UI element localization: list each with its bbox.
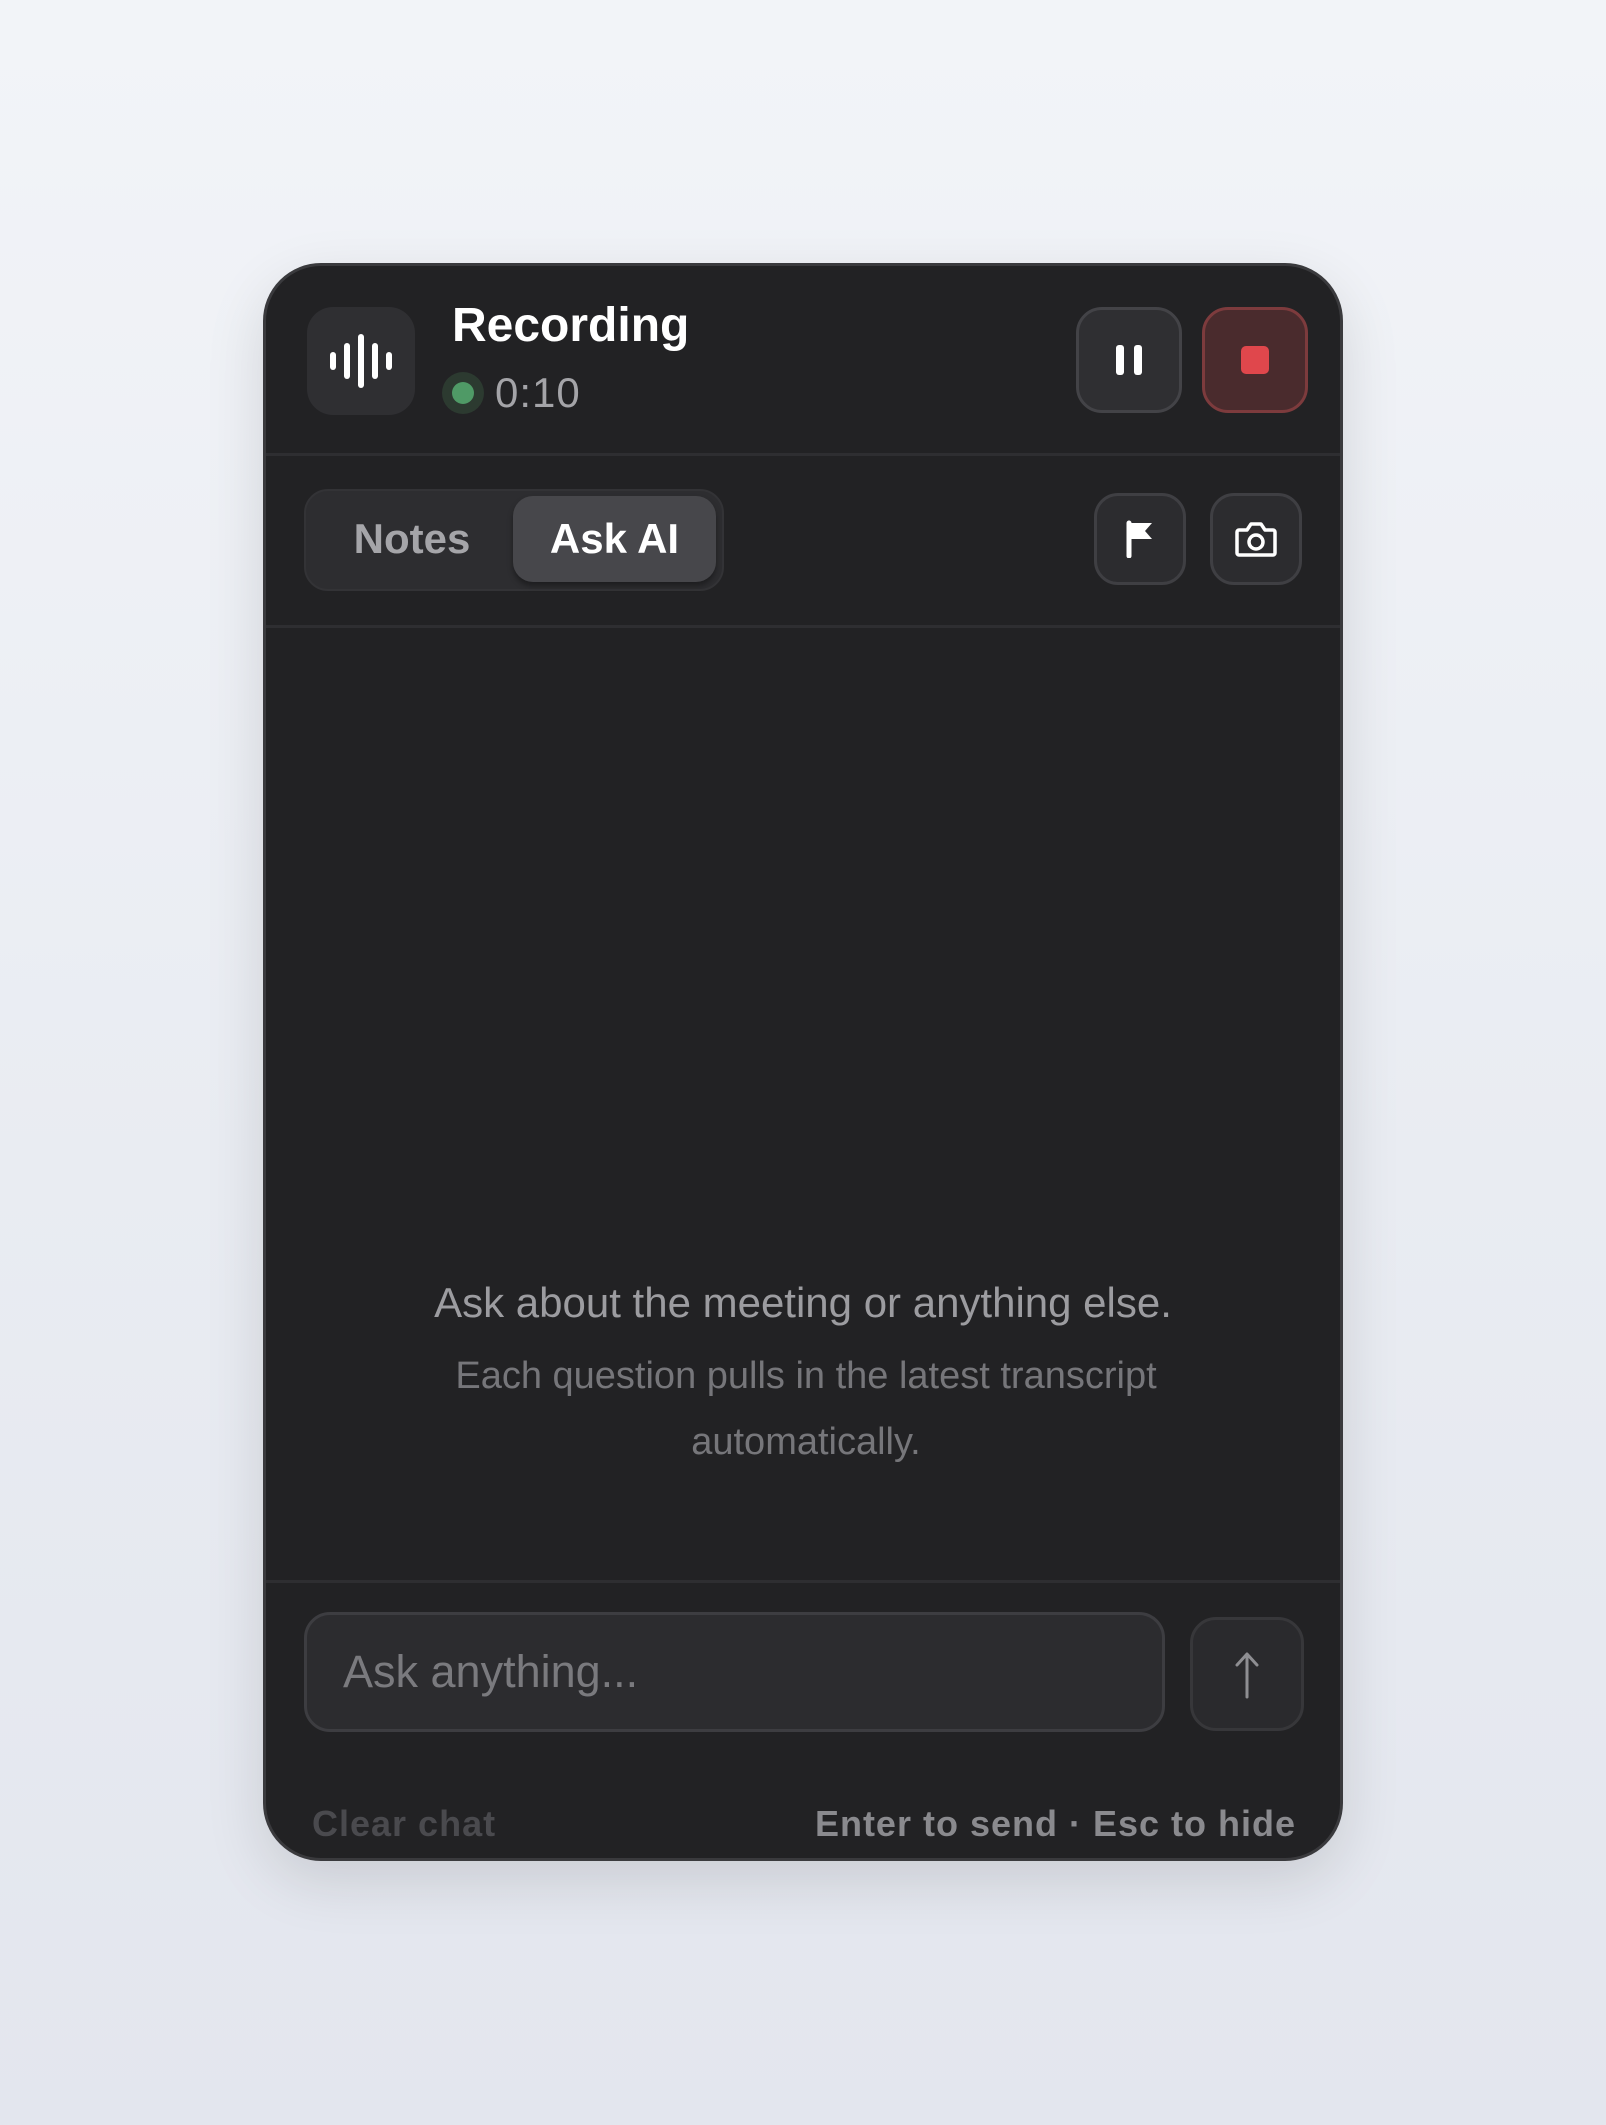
panel-header: Recording 0:10 <box>266 266 1340 456</box>
camera-icon <box>1235 522 1277 557</box>
recording-timer: 0:10 <box>495 369 581 416</box>
empty-state-subtitle: Each question pulls in the latest transc… <box>455 1355 1157 1463</box>
recording-panel: Recording 0:10 Notes Ask AI Ask about th… <box>263 263 1343 1861</box>
send-button[interactable] <box>1190 1617 1304 1731</box>
chat-input-container <box>304 1612 1165 1732</box>
stop-icon <box>1241 346 1269 374</box>
flag-icon <box>1126 520 1152 558</box>
arrow-up-icon <box>1235 1652 1259 1699</box>
screenshot-button[interactable] <box>1210 493 1302 585</box>
mode-switcher: Notes Ask AI <box>304 489 724 591</box>
chat-composer: Clear chat Enter to send · Esc to hide <box>266 1580 1340 1858</box>
mode-toolbar: Notes Ask AI <box>266 456 1340 628</box>
recording-status-indicator <box>442 372 484 414</box>
waveform-icon <box>307 307 415 415</box>
bookmark-moment-button[interactable] <box>1094 493 1186 585</box>
keyboard-hint: Enter to send · Esc to hide <box>814 1803 1296 1844</box>
recording-title: Recording <box>452 299 690 352</box>
empty-state-title: Ask about the meeting or anything else. <box>434 1279 1172 1326</box>
pause-button[interactable] <box>1076 307 1182 413</box>
pause-icon <box>1116 345 1142 375</box>
tab-ask-ai[interactable]: Ask AI <box>513 496 716 582</box>
chat-input[interactable] <box>307 1615 1162 1729</box>
tab-notes[interactable]: Notes <box>312 496 512 582</box>
stop-button[interactable] <box>1202 307 1308 413</box>
clear-chat-button[interactable]: Clear chat <box>312 1803 496 1845</box>
